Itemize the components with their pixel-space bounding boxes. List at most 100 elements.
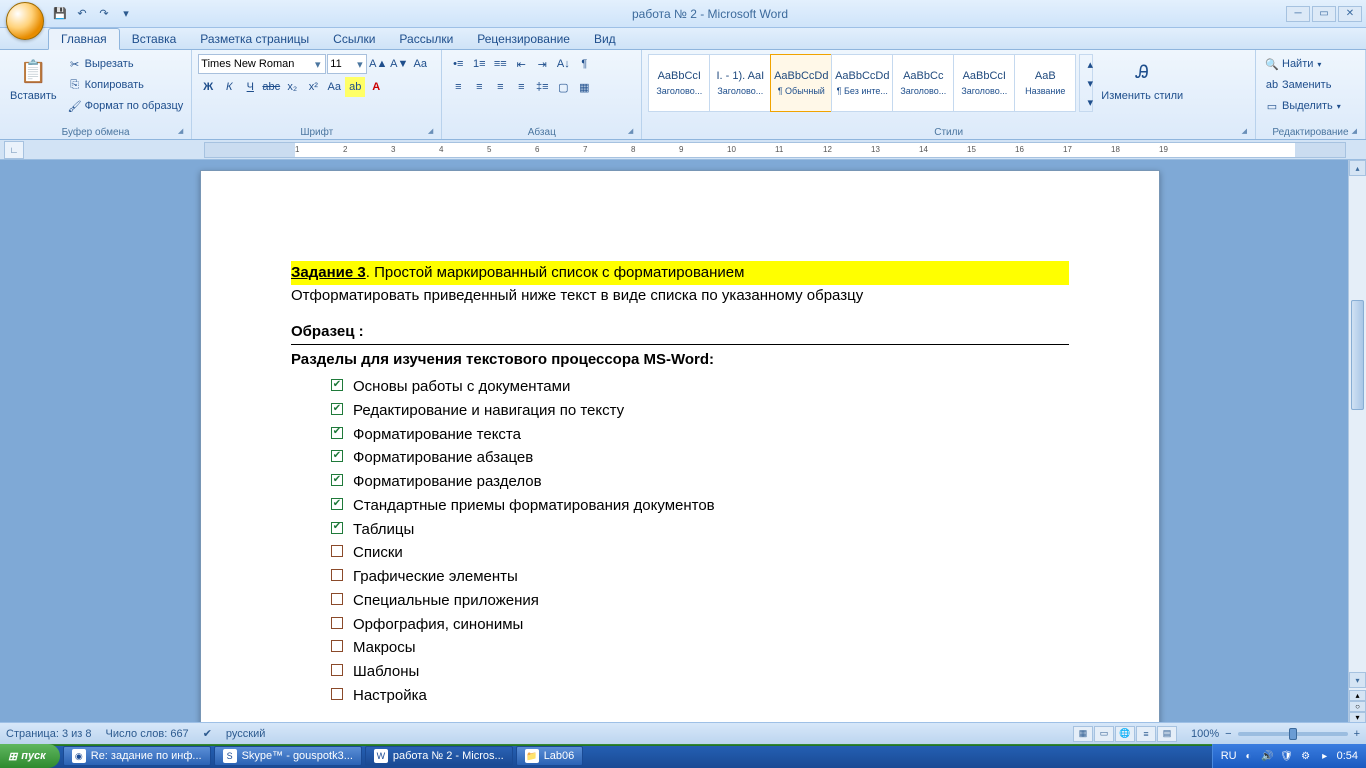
tab-главная[interactable]: Главная [48, 28, 120, 50]
copy-button[interactable]: ⎘Копировать [65, 75, 186, 95]
zoom-in-button[interactable]: + [1354, 728, 1360, 740]
scroll-down-button[interactable]: ▾ [1349, 672, 1366, 688]
outdent-button[interactable]: ⇤ [511, 54, 531, 74]
next-page-button[interactable]: ▾ [1349, 712, 1366, 722]
tab-вставка[interactable]: Вставка [120, 29, 189, 49]
tab-рассылки[interactable]: Рассылки [387, 29, 465, 49]
taskbar-item[interactable]: ◉Re: задание по инф... [63, 746, 211, 766]
font-size-combo[interactable]: ▾ [327, 54, 367, 74]
shrink-font-button[interactable]: A▼ [389, 54, 409, 74]
print-layout-view[interactable]: ▦ [1073, 726, 1093, 742]
tray-icon[interactable]: ◐ [1242, 749, 1256, 763]
zoom-slider[interactable] [1238, 732, 1348, 736]
subscript-button[interactable]: x₂ [282, 77, 302, 97]
style-item[interactable]: АаBНазвание [1014, 54, 1076, 112]
change-styles-button[interactable]: Ꭿ Изменить стили [1097, 54, 1187, 104]
sort-button[interactable]: A↓ [553, 54, 573, 74]
grow-font-button[interactable]: A▲ [368, 54, 388, 74]
zoom-out-button[interactable]: − [1225, 728, 1231, 740]
show-marks-button[interactable]: ¶ [574, 54, 594, 74]
status-page[interactable]: Страница: 3 из 8 [6, 728, 92, 740]
strike-button[interactable]: abc [261, 77, 281, 97]
horizontal-ruler[interactable]: 12345678910111213141516171819 [204, 142, 1346, 158]
tray-icon[interactable]: ⚙ [1299, 749, 1313, 763]
web-layout-view[interactable]: 🌐 [1115, 726, 1135, 742]
style-item[interactable]: AaBbCcЗаголово... [892, 54, 954, 112]
font-family-input[interactable] [201, 58, 312, 70]
start-button[interactable]: ⊞пуск [0, 744, 60, 768]
cut-button[interactable]: ✂Вырезать [65, 54, 186, 74]
tab-разметка-страницы[interactable]: Разметка страницы [188, 29, 321, 49]
minimize-button[interactable]: ─ [1286, 6, 1310, 22]
align-center-button[interactable]: ≡ [469, 77, 489, 97]
prev-page-button[interactable]: ▴ [1349, 690, 1366, 701]
chevron-down-icon[interactable]: ▾ [312, 58, 323, 71]
list-item-text: Редактирование и навигация по тексту [353, 400, 624, 422]
justify-button[interactable]: ≡ [511, 77, 531, 97]
chevron-down-icon[interactable]: ▾ [355, 58, 364, 71]
tab-selector[interactable]: ∟ [4, 141, 24, 159]
zoom-thumb[interactable] [1289, 728, 1297, 740]
scroll-thumb[interactable] [1351, 300, 1364, 410]
font-color-button[interactable]: A [366, 77, 386, 97]
zoom-value[interactable]: 100% [1191, 728, 1219, 740]
align-right-button[interactable]: ≡ [490, 77, 510, 97]
status-language[interactable]: русский [226, 728, 265, 740]
outline-view[interactable]: ≡ [1136, 726, 1156, 742]
taskbar-item[interactable]: SSkype™ - gouspotk3... [214, 746, 362, 766]
style-item[interactable]: AaBbCcDd¶ Обычный [770, 54, 832, 112]
tab-вид[interactable]: Вид [582, 29, 628, 49]
qat-more-icon[interactable]: ▾ [118, 6, 134, 22]
tab-рецензирование[interactable]: Рецензирование [465, 29, 582, 49]
borders-button[interactable]: ▦ [574, 77, 594, 97]
shading-button[interactable]: ▢ [553, 77, 573, 97]
select-button[interactable]: ▭Выделить▾ [1262, 96, 1343, 116]
redo-icon[interactable]: ↷ [96, 6, 112, 22]
underline-button[interactable]: Ч [240, 77, 260, 97]
font-family-combo[interactable]: ▾ [198, 54, 326, 74]
tray-lang[interactable]: RU [1221, 750, 1237, 762]
tray-icon[interactable]: 🛡 [1280, 749, 1294, 763]
undo-icon[interactable]: ↶ [74, 6, 90, 22]
style-item[interactable]: AaBbCcDd¶ Без инте... [831, 54, 893, 112]
style-item[interactable]: AaBbCcIЗаголово... [648, 54, 710, 112]
save-icon[interactable]: 💾 [52, 6, 68, 22]
draft-view[interactable]: ▤ [1157, 726, 1177, 742]
taskbar-item[interactable]: Wработа № 2 - Micros... [365, 746, 513, 766]
align-left-button[interactable]: ≡ [448, 77, 468, 97]
replace-button[interactable]: abЗаменить [1262, 75, 1343, 95]
bold-button[interactable]: Ж [198, 77, 218, 97]
style-item[interactable]: I. - 1). AaIЗаголово... [709, 54, 771, 112]
tray-icon[interactable]: ▸ [1318, 749, 1332, 763]
maximize-button[interactable]: ▭ [1312, 6, 1336, 22]
styles-gallery[interactable]: AaBbCcIЗаголово...I. - 1). AaIЗаголово..… [648, 54, 1075, 112]
office-button[interactable] [6, 2, 44, 40]
italic-button[interactable]: К [219, 77, 239, 97]
full-screen-view[interactable]: ▭ [1094, 726, 1114, 742]
line-spacing-button[interactable]: ‡≡ [532, 77, 552, 97]
tab-ссылки[interactable]: Ссылки [321, 29, 387, 49]
close-button[interactable]: ✕ [1338, 6, 1362, 22]
highlight-button[interactable]: ab [345, 77, 365, 97]
multilevel-button[interactable]: ≡≡ [490, 54, 510, 74]
style-item[interactable]: AaBbCcIЗаголово... [953, 54, 1015, 112]
taskbar-item[interactable]: 📁Lab06 [516, 746, 584, 766]
clear-formatting-button[interactable]: Aa [410, 54, 430, 74]
format-painter-button[interactable]: 🖌Формат по образцу [65, 96, 186, 116]
scroll-up-button[interactable]: ▴ [1349, 160, 1366, 176]
browse-object-button[interactable]: ○ [1349, 701, 1366, 712]
status-words[interactable]: Число слов: 667 [106, 728, 189, 740]
find-button[interactable]: 🔍Найти▾ [1262, 54, 1343, 74]
font-size-input[interactable] [330, 58, 355, 70]
vertical-scrollbar[interactable]: ▴ ▾ ▴ ○ ▾ [1348, 160, 1366, 722]
superscript-button[interactable]: x² [303, 77, 323, 97]
numbering-button[interactable]: 1≡ [469, 54, 489, 74]
change-case-button[interactable]: Aa [324, 77, 344, 97]
tray-icon[interactable]: 🔊 [1261, 749, 1275, 763]
indent-button[interactable]: ⇥ [532, 54, 552, 74]
bullets-button[interactable]: •≡ [448, 54, 468, 74]
status-proofing-icon[interactable]: ✔ [203, 727, 212, 740]
tray-clock[interactable]: 0:54 [1337, 750, 1358, 762]
page[interactable]: Задание 3. Простой маркированный список … [200, 170, 1160, 722]
paste-button[interactable]: 📋 Вставить [6, 54, 61, 104]
